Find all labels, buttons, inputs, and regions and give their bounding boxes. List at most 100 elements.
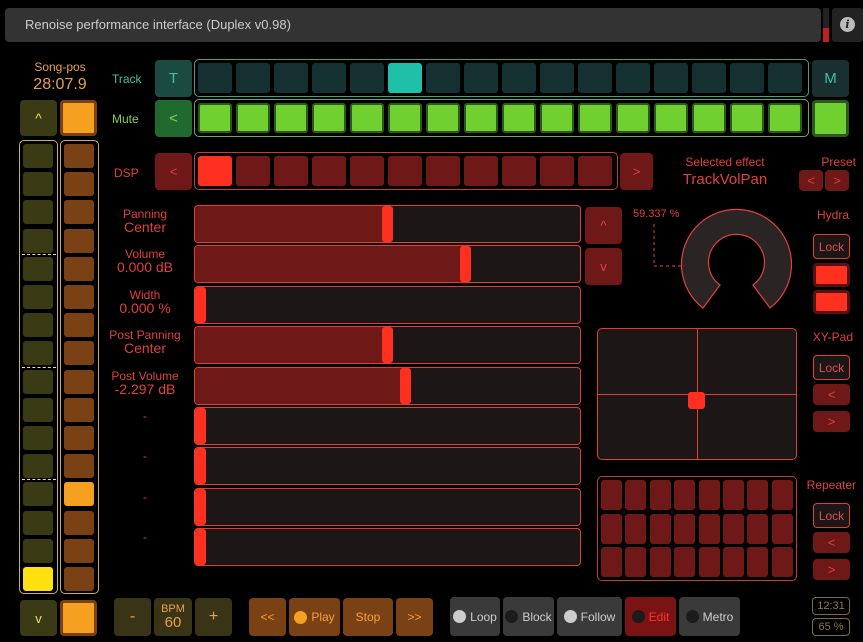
sequence-cell-left[interactable] xyxy=(23,313,53,338)
dsp-slot[interactable] xyxy=(464,156,498,186)
sequence-cell-left[interactable] xyxy=(23,426,53,450)
param-slider-handle[interactable] xyxy=(459,246,471,283)
track-cell[interactable] xyxy=(388,63,422,93)
track-m-button[interactable]: M xyxy=(812,60,849,97)
sequence-cell-left[interactable] xyxy=(23,510,53,535)
repeater-cell[interactable] xyxy=(649,480,671,510)
dsp-slot[interactable] xyxy=(312,156,346,186)
param-slider-handle[interactable] xyxy=(381,327,393,364)
repeater-cell[interactable] xyxy=(747,513,769,544)
repeater-cell[interactable] xyxy=(601,547,622,577)
sequence-cell-right[interactable] xyxy=(64,482,94,507)
param-slider[interactable] xyxy=(194,528,581,567)
repeater-cell[interactable] xyxy=(601,480,622,510)
param-slider[interactable] xyxy=(194,285,581,324)
dsp-slot[interactable] xyxy=(540,156,574,186)
play-button[interactable]: Play xyxy=(289,598,340,636)
param-slider[interactable] xyxy=(194,326,581,365)
param-slider[interactable] xyxy=(194,487,581,526)
repeater-prev-button[interactable]: < xyxy=(813,532,850,553)
sequence-cell-left[interactable] xyxy=(23,341,53,366)
toggle-metro-button[interactable]: Metro xyxy=(679,597,740,636)
toggle-follow-button[interactable]: Follow xyxy=(557,597,622,636)
sequence-cell-left[interactable] xyxy=(23,228,53,253)
mute-cell[interactable] xyxy=(388,103,422,133)
param-slider[interactable] xyxy=(194,407,581,445)
sequence-cell-left[interactable] xyxy=(23,482,53,507)
repeater-cell[interactable] xyxy=(698,480,720,510)
track-cell[interactable] xyxy=(198,63,232,93)
repeater-cell[interactable] xyxy=(625,480,647,510)
toggle-loop-button[interactable]: Loop xyxy=(450,597,500,636)
sequence-cell-left[interactable] xyxy=(23,369,53,394)
param-slider[interactable] xyxy=(194,366,581,405)
dsp-slot[interactable] xyxy=(426,156,460,186)
repeater-cell[interactable] xyxy=(723,547,744,577)
dsp-slot[interactable] xyxy=(236,156,270,186)
repeater-cell[interactable] xyxy=(625,513,647,544)
repeater-cell[interactable] xyxy=(723,513,744,544)
sequence-cell-right[interactable] xyxy=(64,426,94,450)
param-slider-handle[interactable] xyxy=(195,286,206,323)
param-slider-handle[interactable] xyxy=(195,408,206,444)
repeater-cell[interactable] xyxy=(649,513,671,544)
sequence-cell-right[interactable] xyxy=(64,369,94,394)
hydra-button-2[interactable] xyxy=(813,290,850,314)
mute-master-button[interactable] xyxy=(812,100,849,137)
repeater-cell[interactable] xyxy=(698,513,720,544)
repeater-cell[interactable] xyxy=(674,547,696,577)
sequence-cell-left[interactable] xyxy=(23,538,53,563)
sequence-cell-right[interactable] xyxy=(64,341,94,366)
sequence-cell-left[interactable] xyxy=(23,200,53,225)
param-slider-handle[interactable] xyxy=(381,206,393,242)
track-cell[interactable] xyxy=(312,63,346,93)
param-slider-handle[interactable] xyxy=(195,488,206,525)
sequence-cell-right[interactable] xyxy=(64,397,94,422)
repeater-cell[interactable] xyxy=(601,513,622,544)
sequence-cell-left[interactable] xyxy=(23,144,53,168)
mute-cell[interactable] xyxy=(426,103,460,133)
track-cell[interactable] xyxy=(502,63,536,93)
param-slider[interactable] xyxy=(194,245,581,284)
track-cell[interactable] xyxy=(426,63,460,93)
sequence-cell-right[interactable] xyxy=(64,228,94,253)
info-button[interactable]: i xyxy=(832,8,863,42)
sequence-cell-right[interactable] xyxy=(64,510,94,535)
repeater-cell[interactable] xyxy=(674,480,696,510)
repeater-cell[interactable] xyxy=(747,547,769,577)
mute-cell[interactable] xyxy=(730,103,764,133)
mute-cell[interactable] xyxy=(198,103,232,133)
repeater-cell[interactable] xyxy=(771,547,793,577)
track-cell[interactable] xyxy=(616,63,650,93)
repeater-cell[interactable] xyxy=(625,547,647,577)
dsp-slot[interactable] xyxy=(502,156,536,186)
track-cell[interactable] xyxy=(730,63,764,93)
mute-cell[interactable] xyxy=(616,103,650,133)
mute-cell[interactable] xyxy=(692,103,726,133)
param-slider-handle[interactable] xyxy=(195,448,206,485)
sequence-cell-left[interactable] xyxy=(23,397,53,422)
preset-prev-button[interactable]: < xyxy=(799,170,823,191)
repeater-cell[interactable] xyxy=(771,480,793,510)
repeater-next-button[interactable]: > xyxy=(813,559,850,580)
track-cell[interactable] xyxy=(540,63,574,93)
param-slider[interactable] xyxy=(194,205,581,243)
track-cell[interactable] xyxy=(654,63,688,93)
dsp-slot[interactable] xyxy=(388,156,422,186)
track-cell[interactable] xyxy=(578,63,612,93)
mute-cell[interactable] xyxy=(768,103,802,133)
xy-pad-handle[interactable] xyxy=(688,391,705,409)
mute-cell[interactable] xyxy=(350,103,384,133)
bpm-plus-button[interactable]: + xyxy=(195,598,232,636)
param-up-button[interactable]: ^ xyxy=(585,207,622,244)
scroll-up-button[interactable]: ^ xyxy=(20,100,57,136)
sequence-cell-right[interactable] xyxy=(64,200,94,225)
preset-next-button[interactable]: > xyxy=(825,170,849,191)
param-slider-handle[interactable] xyxy=(400,367,412,404)
mute-cell[interactable] xyxy=(274,103,308,133)
repeater-cell[interactable] xyxy=(674,513,696,544)
xy-pad[interactable] xyxy=(597,328,797,460)
param-slider[interactable] xyxy=(194,447,581,486)
mute-cell[interactable] xyxy=(578,103,612,133)
sequence-cell-right[interactable] xyxy=(64,256,94,281)
